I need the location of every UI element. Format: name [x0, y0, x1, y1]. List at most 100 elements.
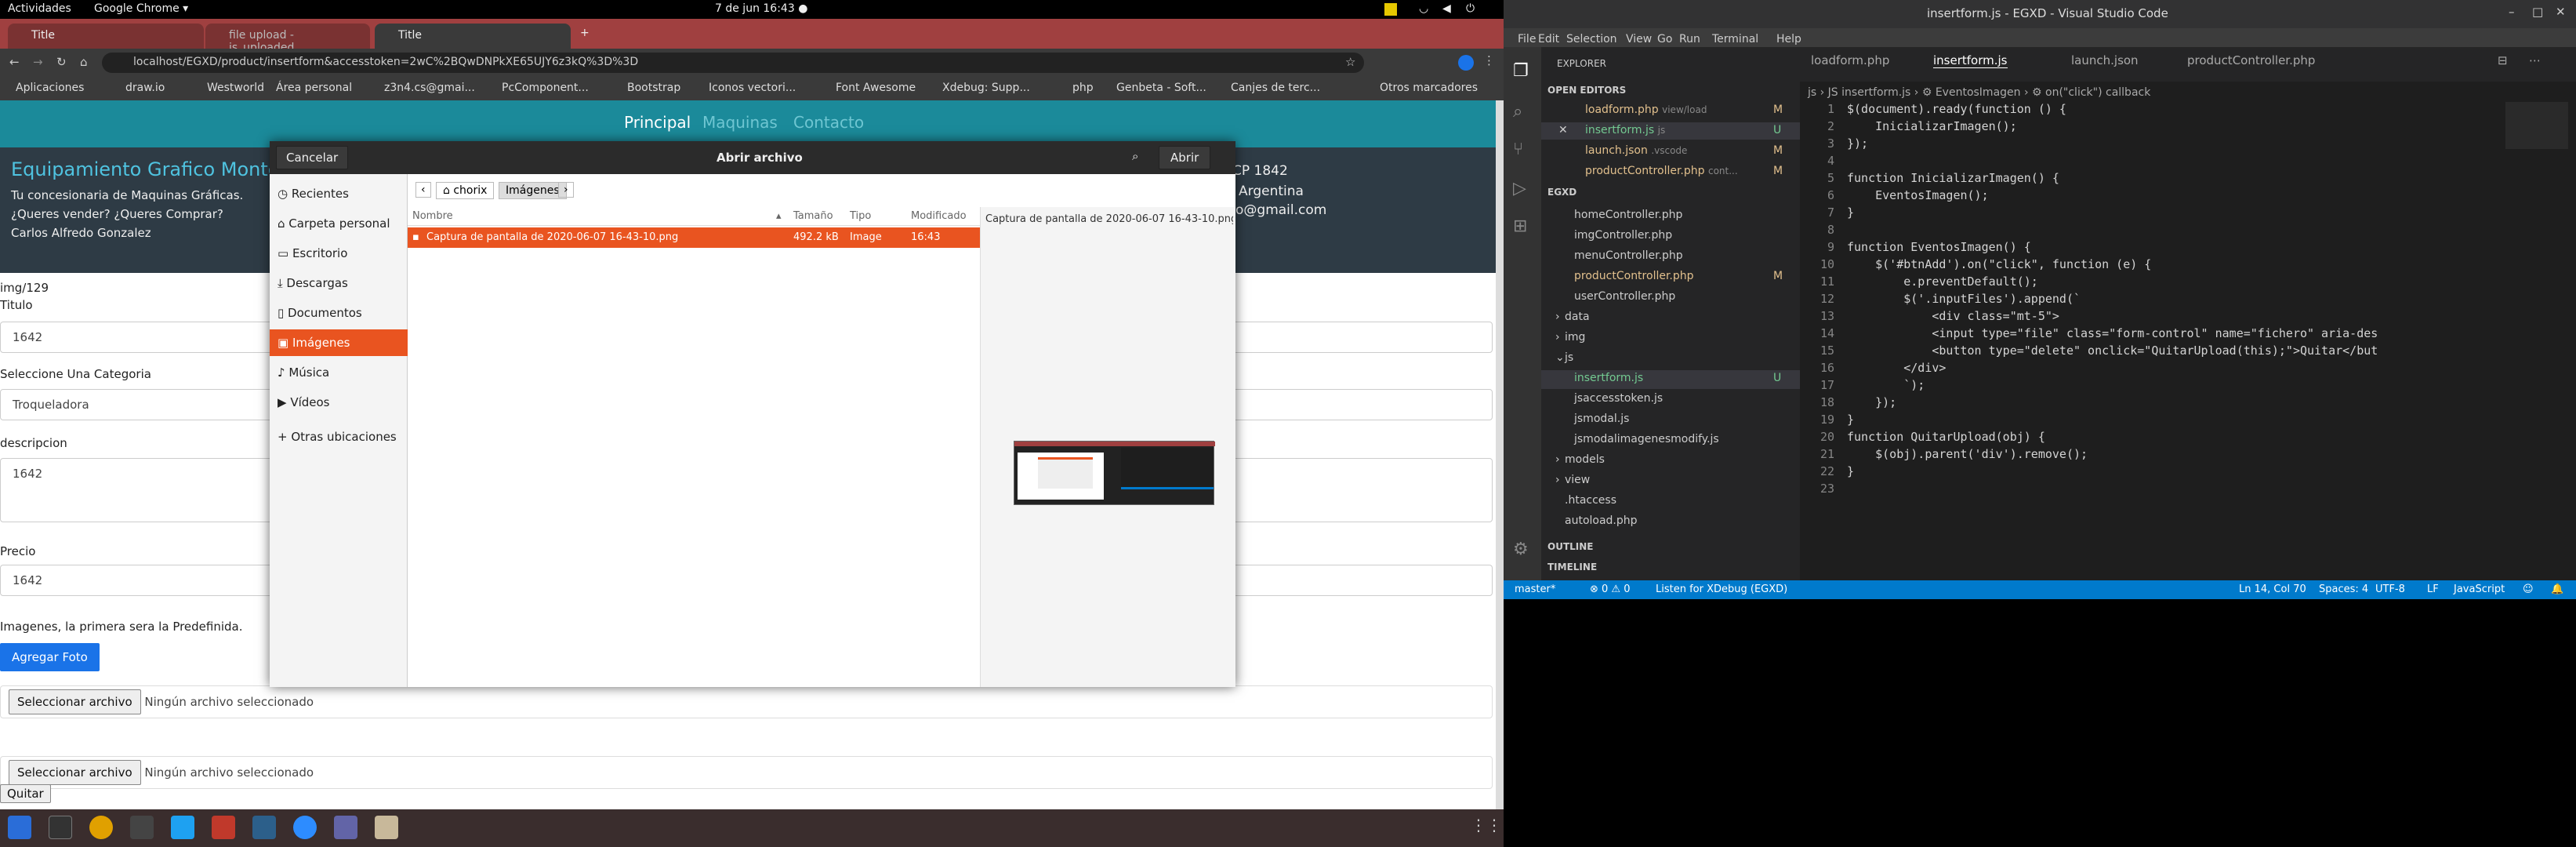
tree-item[interactable]: autoload.php: [1565, 514, 1638, 527]
open-editor-item[interactable]: loadform.php view/load: [1585, 104, 1707, 116]
menu-edit[interactable]: Edit: [1538, 33, 1559, 45]
source-control-icon[interactable]: ⑂: [1513, 140, 1523, 159]
eol-status[interactable]: LF: [2427, 583, 2439, 595]
reload-icon[interactable]: ↻: [56, 55, 67, 69]
bookmark-item[interactable]: draw.io: [125, 82, 165, 94]
cancel-button[interactable]: Cancelar: [276, 146, 349, 169]
extensions-icon[interactable]: ⊞: [1513, 216, 1527, 236]
monitor-icon[interactable]: [130, 816, 154, 839]
tree-folder[interactable]: view: [1565, 474, 1590, 486]
bookmark-item[interactable]: Iconos vectori...: [709, 82, 796, 94]
code-line[interactable]: <input type="file" class="form-control" …: [1847, 326, 2378, 340]
tree-item[interactable]: imgController.php: [1574, 229, 1672, 242]
file-select-button[interactable]: Seleccionar archivo: [9, 760, 141, 785]
place-documentos[interactable]: ▯ Documentos: [270, 300, 408, 326]
menu-run[interactable]: Run: [1679, 33, 1700, 45]
bookmark-item[interactable]: PcComponent...: [502, 82, 589, 94]
tab-loadform[interactable]: loadform.php: [1811, 53, 1889, 67]
tree-item[interactable]: jsmodal.js: [1574, 413, 1629, 425]
code-line[interactable]: function QuitarUpload(obj) {: [1847, 430, 2045, 444]
minimize-icon[interactable]: –: [2509, 5, 2515, 19]
place-otras[interactable]: + Otras ubicaciones: [270, 424, 408, 450]
bookmark-item[interactable]: php: [1072, 82, 1094, 94]
code-line[interactable]: }: [1847, 464, 1854, 478]
clock[interactable]: 7 de jun 16:43 ●: [715, 2, 807, 15]
tab-insertform[interactable]: insertform.js: [1933, 53, 2008, 68]
open-editor-item[interactable]: launch.json .vscode: [1585, 144, 1687, 157]
tree-item[interactable]: productController.php: [1574, 270, 1694, 282]
place-escritorio[interactable]: ▭ Escritorio: [270, 240, 408, 267]
tree-item[interactable]: menuController.php: [1574, 249, 1683, 262]
search-icon[interactable]: ⌕: [1132, 149, 1138, 163]
file-row-selected[interactable]: ▪ Captura de pantalla de 2020-06-07 16-4…: [408, 227, 980, 248]
breadcrumb[interactable]: js › JS insertform.js › ⚙ EventosImagen …: [1808, 86, 2150, 99]
maximize-icon[interactable]: □: [2532, 5, 2543, 19]
branch-status[interactable]: master*: [1515, 583, 1555, 595]
app-grid-icon[interactable]: ⋮⋮: [1471, 816, 1502, 839]
close-icon[interactable]: ✕: [2556, 5, 2566, 19]
path-forward-icon[interactable]: ›: [558, 182, 574, 198]
place-home[interactable]: ⌂ Carpeta personal: [270, 210, 408, 237]
code-line[interactable]: });: [1847, 136, 1868, 151]
tab-launch[interactable]: launch.json: [2071, 53, 2139, 67]
code-lines[interactable]: 1 $(document).ready(function () {2 Inicia…: [1800, 102, 2505, 573]
code-line[interactable]: }: [1847, 205, 1854, 220]
nav-principal[interactable]: Principal: [624, 113, 691, 132]
tree-item[interactable]: jsaccesstoken.js: [1574, 392, 1663, 405]
power-icon[interactable]: ⏻: [1466, 2, 1475, 15]
tree-item[interactable]: jsmodalimagenesmodify.js: [1574, 433, 1719, 445]
more-actions-icon[interactable]: ⋯: [2529, 53, 2541, 67]
tab-productcontroller[interactable]: productController.php: [2187, 53, 2315, 67]
bookmark-item[interactable]: z3n4.cs@gmai...: [384, 82, 475, 94]
app-menu[interactable]: Google Chrome ▾: [94, 2, 188, 15]
place-videos[interactable]: ▶ Vídeos: [270, 389, 408, 416]
tree-folder[interactable]: img: [1565, 331, 1585, 344]
editor-icon[interactable]: [252, 816, 276, 839]
code-line[interactable]: `);: [1847, 378, 1925, 392]
language-status[interactable]: JavaScript: [2454, 583, 2505, 595]
feedback-icon[interactable]: ☺: [2523, 583, 2534, 595]
xdebug-status[interactable]: Listen for XDebug (EGXD): [1656, 583, 1787, 595]
menu-file[interactable]: File: [1518, 33, 1536, 45]
code-line[interactable]: $(document).ready(function () {: [1847, 102, 2066, 116]
file-select-button[interactable]: Seleccionar archivo: [9, 689, 141, 714]
bookmark-item[interactable]: Área personal: [276, 82, 352, 94]
home-icon[interactable]: ⌂: [80, 55, 88, 69]
code-line[interactable]: <div class="mt-5">: [1847, 309, 2059, 323]
code-line[interactable]: e.preventDefault();: [1847, 274, 2038, 289]
show-apps-icon[interactable]: [8, 816, 31, 839]
notification-icon[interactable]: [1384, 3, 1397, 16]
quitar-button[interactable]: Quitar: [0, 784, 51, 803]
open-button[interactable]: Abrir: [1159, 146, 1211, 169]
filezilla-icon[interactable]: [212, 816, 235, 839]
bookmark-item[interactable]: Aplicaciones: [16, 82, 84, 94]
cursor-position[interactable]: Ln 14, Col 70: [2239, 583, 2306, 595]
gear-icon[interactable]: ⚙: [1513, 540, 1529, 559]
open-editors-header[interactable]: OPEN EDITORS: [1547, 85, 1626, 96]
page-scrollbar[interactable]: [1496, 100, 1504, 809]
code-line[interactable]: <button type="delete" onclick="QuitarUpl…: [1847, 344, 2378, 358]
close-editor-icon[interactable]: ✕: [1558, 124, 1568, 136]
tree-item[interactable]: userController.php: [1574, 290, 1675, 303]
activities-button[interactable]: Actividades: [8, 2, 71, 15]
nav-contacto[interactable]: Contacto: [793, 113, 864, 132]
code-line[interactable]: </div>: [1847, 361, 1946, 375]
col-modificado[interactable]: Modificado: [911, 210, 967, 222]
code-line[interactable]: EventosImagen();: [1847, 188, 1989, 202]
chrome-tab-1[interactable]: Title: [8, 24, 204, 49]
code-line[interactable]: }: [1847, 413, 1854, 427]
menu-help[interactable]: Help: [1776, 33, 1801, 45]
split-editor-icon[interactable]: ⊟: [2498, 53, 2508, 67]
place-recientes[interactable]: ◷ Recientes: [270, 180, 408, 207]
bookmark-item[interactable]: Xdebug: Supp...: [942, 82, 1030, 94]
minimap[interactable]: [2505, 102, 2568, 149]
chrome-tab-3[interactable]: Title: [375, 24, 571, 49]
tree-folder[interactable]: models: [1565, 453, 1605, 466]
col-nombre[interactable]: Nombre: [412, 210, 453, 222]
explorer-icon[interactable]: ❐: [1513, 61, 1529, 81]
problems-status[interactable]: ⊗ 0 ⚠ 0: [1590, 583, 1631, 595]
menu-view[interactable]: View: [1626, 33, 1652, 45]
bookmark-item[interactable]: Canjes de terc...: [1231, 82, 1320, 94]
agregar-foto-button[interactable]: Agregar Foto: [0, 643, 100, 671]
project-header[interactable]: EGXD: [1547, 187, 1576, 198]
